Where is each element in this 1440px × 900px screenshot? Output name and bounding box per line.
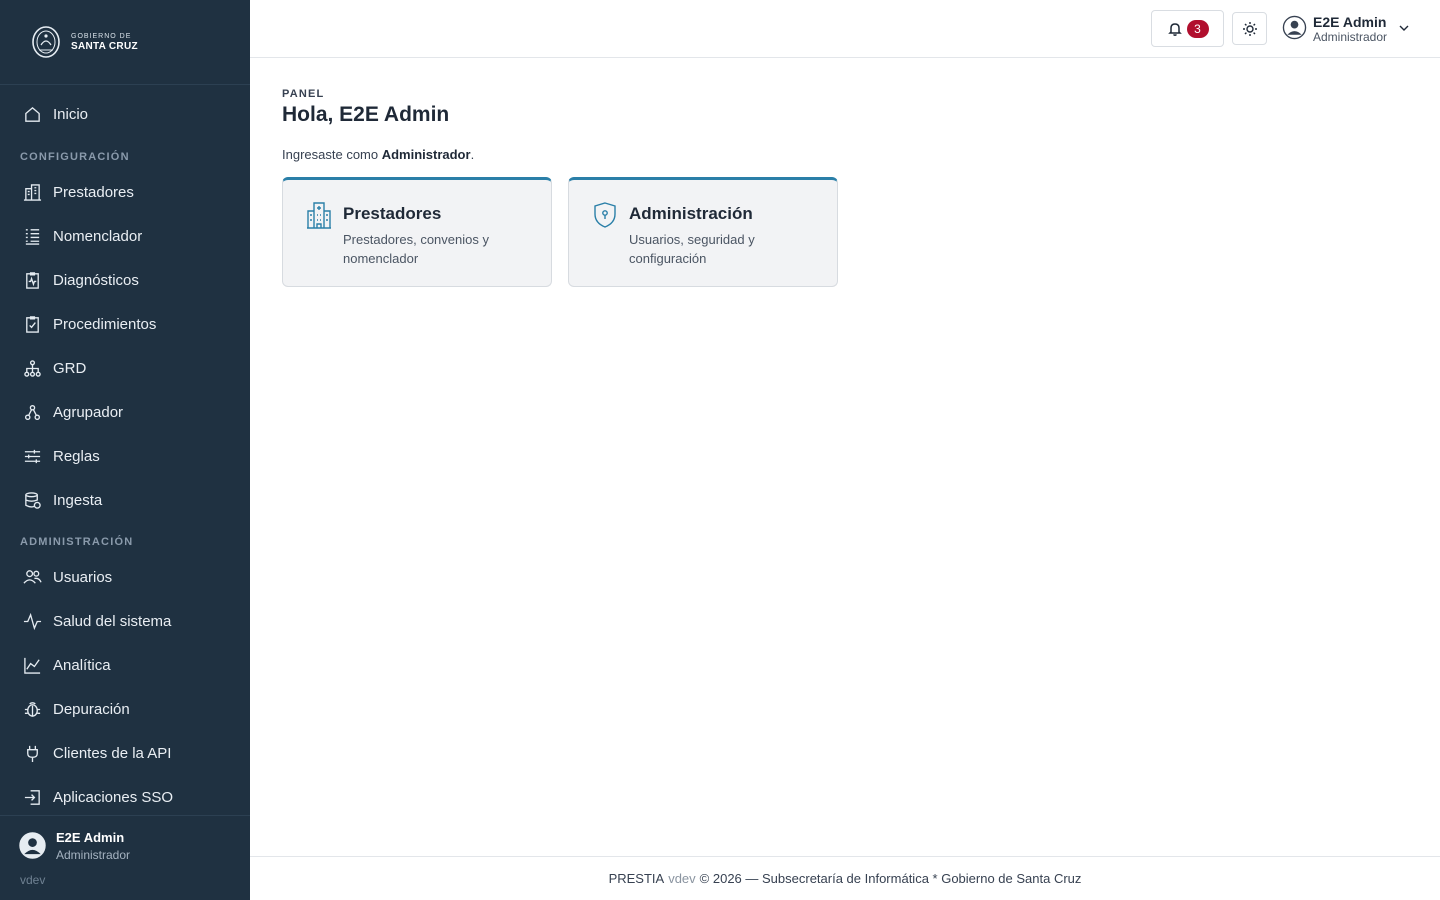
users-icon [23, 569, 42, 584]
sidebar-user-role: Administrador [56, 848, 131, 862]
sun-icon [1242, 21, 1257, 36]
footer: PRESTIA vdev © 2026 — Subsecretaría de I… [250, 856, 1440, 900]
brand-line2: SANTA CRUZ [71, 40, 138, 52]
intro-suffix: . [470, 147, 475, 162]
hierarchy-icon [24, 359, 41, 377]
sidebar-item-label: Nomenclador [53, 227, 143, 245]
sidebar-item-procedimientos[interactable]: Procedimientos [0, 302, 250, 346]
chart-line-icon [24, 657, 41, 674]
group-icon [24, 404, 41, 420]
sidebar-item-usuarios[interactable]: Usuarios [0, 555, 250, 599]
footer-app-name: PRESTIA [608, 871, 665, 886]
version-label: vdev [20, 873, 46, 887]
sidebar-item-ingesta[interactable]: Ingesta [0, 478, 250, 522]
brand-logo[interactable]: GOBIERNO DE SANTA CRUZ [0, 0, 250, 85]
notifications-button[interactable]: 3 [1151, 10, 1224, 47]
sidebar-item-grd[interactable]: GRD [0, 346, 250, 390]
brand-line1: GOBIERNO DE [71, 32, 132, 40]
user-avatar-icon [1282, 15, 1307, 40]
sidebar-item-label: Clientes de la API [53, 744, 172, 762]
sidebar-item-diagnosticos[interactable]: Diagnósticos [0, 258, 250, 302]
topbar-user-name: E2E Admin [1313, 14, 1387, 30]
sidebar: GOBIERNO DE SANTA CRUZ Inicio CONFIGURAC… [0, 0, 250, 900]
sidebar-item-label: Reglas [53, 447, 100, 465]
plug-icon [27, 745, 38, 762]
list-icon [25, 228, 40, 245]
card-prestadores[interactable]: Prestadores Prestadores, convenios y nom… [282, 177, 552, 287]
sidebar-item-label: Prestadores [53, 183, 134, 201]
topbar-user-role: Administrador [1313, 30, 1388, 44]
sidebar-item-label: Ingesta [53, 491, 103, 509]
building-icon [23, 183, 42, 201]
clipboard-pulse-icon [26, 271, 39, 289]
footer-copyright: © 2026 — Subsecretaría de Informática * … [699, 871, 1082, 886]
theme-toggle-button[interactable] [1232, 12, 1267, 45]
sidebar-item-label: Usuarios [53, 568, 113, 586]
card-description: Prestadores, convenios y nomenclador [343, 232, 489, 266]
card-title: Prestadores [343, 204, 442, 223]
page-title: Hola, E2E Admin [282, 103, 450, 126]
sidebar-item-prestadores[interactable]: Prestadores [0, 170, 250, 214]
user-avatar-icon [19, 832, 46, 859]
activity-icon [23, 612, 42, 630]
hospital-icon [307, 202, 331, 229]
sidebar-item-label: Depuración [53, 700, 130, 718]
sidebar-item-aplicaciones-sso[interactable]: Aplicaciones SSO [0, 775, 250, 819]
card-description: Usuarios, seguridad y configuración [629, 232, 755, 266]
sign-in-icon [24, 789, 40, 805]
seal-icon [32, 26, 60, 58]
sidebar-item-agrupador[interactable]: Agrupador [0, 390, 250, 434]
intro-prefix: Ingresaste como [282, 147, 382, 162]
sidebar-user-name: E2E Admin [56, 830, 125, 845]
card-title: Administración [629, 204, 753, 223]
role-intro: Ingresaste como Administrador. [282, 147, 474, 162]
sidebar-item-analitica[interactable]: Analítica [0, 643, 250, 687]
sidebar-item-label: Diagnósticos [53, 271, 139, 289]
sidebar-item-nomenclador[interactable]: Nomenclador [0, 214, 250, 258]
user-menu[interactable]: E2E Admin Administrador [1282, 12, 1412, 46]
page-eyebrow: PANEL [282, 88, 325, 100]
home-icon [25, 106, 40, 122]
chevron-down-icon [1399, 25, 1409, 31]
sidebar-user[interactable]: E2E Admin Administrador vdev [0, 815, 250, 900]
topbar: 3 E2E Admin Administrador [250, 0, 1440, 58]
sidebar-item-label: Procedimientos [53, 315, 157, 333]
sliders-icon [24, 449, 41, 463]
sidebar-item-inicio[interactable]: Inicio [0, 92, 250, 136]
intro-role: Administrador [381, 147, 471, 162]
section-administracion: ADMINISTRACIÓN [20, 536, 134, 548]
bell-icon [1167, 22, 1182, 36]
sidebar-item-label: GRD [53, 359, 87, 377]
card-administracion[interactable]: Administración Usuarios, seguridad y con… [568, 177, 838, 287]
sidebar-item-label: Aplicaciones SSO [53, 788, 174, 806]
main-content: PANEL Hola, E2E Admin Ingresaste como Ad… [250, 58, 1440, 856]
sidebar-item-clientes-api[interactable]: Clientes de la API [0, 731, 250, 775]
sidebar-item-label: Analítica [53, 656, 111, 674]
section-configuracion: CONFIGURACIÓN [20, 151, 130, 163]
clipboard-check-icon [26, 315, 39, 333]
shield-lock-icon [594, 202, 616, 228]
footer-version: vdev [668, 871, 696, 886]
sidebar-item-label: Agrupador [53, 403, 124, 421]
bug-icon [24, 701, 41, 717]
sidebar-item-depuracion[interactable]: Depuración [0, 687, 250, 731]
sidebar-item-reglas[interactable]: Reglas [0, 434, 250, 478]
sidebar-item-label: Salud del sistema [53, 612, 172, 630]
notifications-badge: 3 [1186, 19, 1209, 38]
sidebar-item-label: Inicio [53, 105, 89, 123]
sidebar-item-salud[interactable]: Salud del sistema [0, 599, 250, 643]
database-icon [25, 491, 41, 509]
